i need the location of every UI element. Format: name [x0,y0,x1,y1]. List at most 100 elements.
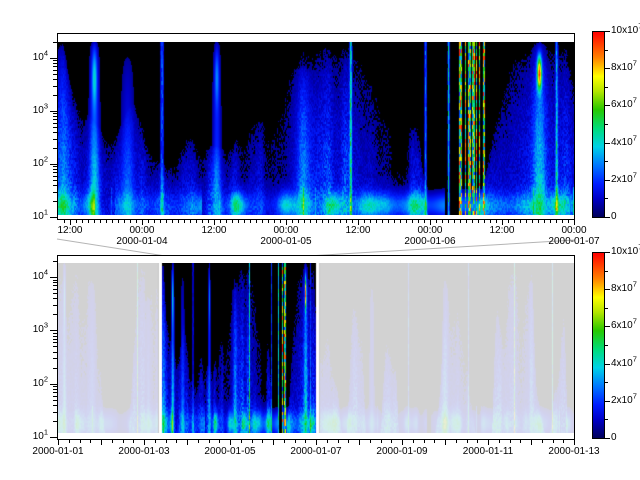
bottom-y-major-tick [50,277,57,278]
top-x-minor-tick [568,220,569,223]
bottom-x-minor-tick [198,440,199,443]
top-x-minor-tick [340,220,341,223]
top-y-minor-tick [53,132,57,133]
bottom-x-date-label: 2000-01-01 [32,446,83,457]
bottom-colorbar-tick-label: 4x107 [611,358,637,369]
top-x-minor-tick [346,220,347,223]
top-x-minor-tick [328,220,329,223]
bottom-colorbar-major-tick [605,438,610,439]
top-x-minor-tick [154,220,155,223]
bottom-y-tick-label: 101 [33,431,48,442]
bottom-x-minor-tick [391,440,392,443]
top-x-minor-tick [556,220,557,223]
bottom-x-date-label: 2000-01-11 [463,446,513,457]
top-x-minor-tick [316,220,317,223]
top-x-minor-tick [250,220,251,223]
bottom-x-major-tick [359,440,360,445]
top-x-tick-label: 12:00 [345,225,370,236]
top-y-major-tick [50,164,57,165]
bottom-y-minor-tick [53,421,57,422]
top-x-minor-tick [112,220,113,223]
top-y-tick-label: 102 [33,158,48,169]
top-colorbar-minor-tick [605,87,608,88]
top-x-minor-tick [82,220,83,223]
top-y-minor-tick [53,95,57,96]
top-colorbar-minor-tick [605,161,608,162]
figure: 12:0000:002000-01-0412:0000:002000-01-05… [0,0,640,480]
top-x-minor-tick [148,220,149,223]
bottom-y-minor-tick [53,392,57,393]
top-x-minor-tick [352,220,353,223]
top-x-minor-tick [334,220,335,223]
bottom-x-minor-tick [370,440,371,443]
bottom-x-minor-tick [295,440,296,443]
top-x-minor-tick [394,220,395,223]
top-x-minor-tick [262,220,263,223]
bottom-x-minor-tick [123,440,124,443]
top-x-minor-tick [178,220,179,223]
top-x-minor-tick [274,220,275,223]
bottom-x-minor-tick [381,440,382,443]
bottom-x-major-tick [273,440,274,445]
top-x-minor-tick [160,220,161,223]
bottom-y-minor-tick [53,280,57,281]
bottom-x-minor-tick [155,440,156,443]
bottom-y-minor-tick [53,336,57,337]
bottom-colorbar-tick-label: 0 [611,432,617,443]
top-x-minor-tick [526,220,527,223]
top-x-minor-tick [538,220,539,223]
bottom-x-minor-tick [176,440,177,443]
top-x-minor-tick [130,220,131,223]
top-x-minor-tick [244,220,245,223]
top-x-minor-tick [490,220,491,223]
top-x-minor-tick [466,220,467,223]
bottom-x-minor-tick [434,440,435,443]
top-x-minor-tick [550,220,551,223]
top-x-minor-tick [382,220,383,223]
top-y-minor-tick [53,180,57,181]
bottom-x-date-label: 2000-01-07 [290,446,341,457]
top-x-minor-tick [496,220,497,223]
bottom-x-date-label: 2000-01-05 [204,446,255,457]
top-x-minor-tick [166,220,167,223]
top-x-minor-tick [364,220,365,223]
top-x-minor-tick [220,220,221,223]
bottom-x-minor-tick [553,440,554,443]
top-colorbar [592,31,605,218]
top-x-minor-tick [136,220,137,223]
top-y-minor-tick [53,148,57,149]
bottom-x-date-label: 2000-01-03 [118,446,169,457]
top-colorbar-major-tick [605,143,610,144]
top-x-minor-tick [520,220,521,223]
bottom-x-minor-tick [284,440,285,443]
top-x-tick-label: 00:00 [273,225,298,236]
bottom-colorbar-minor-tick [605,271,608,272]
top-x-minor-tick [88,220,89,223]
top-y-minor-tick [53,123,57,124]
top-y-minor-tick [53,169,57,170]
top-x-minor-tick [412,220,413,223]
top-x-minor-tick [256,220,257,223]
bottom-y-minor-tick [53,389,57,390]
top-x-tick-label: 12:00 [201,225,226,236]
bottom-x-date-label: 2000-01-09 [376,446,427,457]
bottom-y-minor-tick [53,352,57,353]
zoom-connector-lines [0,0,640,480]
bottom-colorbar-major-tick [605,252,610,253]
bottom-x-minor-tick [209,440,210,443]
top-x-minor-tick [460,220,461,223]
bottom-y-minor-tick [53,298,57,299]
bottom-y-major-tick [50,330,57,331]
top-x-date-label: 2000-01-04 [116,236,167,247]
bottom-y-minor-tick [53,400,57,401]
bottom-colorbar-tick-label: 2x107 [611,395,637,406]
bottom-colorbar-minor-tick [605,419,608,420]
bottom-colorbar-minor-tick [605,308,608,309]
top-y-tick-label: 103 [33,105,48,116]
top-x-minor-tick [172,220,173,223]
top-x-minor-tick [208,220,209,223]
top-x-minor-tick [424,220,425,223]
top-y-minor-tick [53,192,57,193]
top-y-minor-tick [53,116,57,117]
top-colorbar-tick-label: 4x107 [611,137,637,148]
